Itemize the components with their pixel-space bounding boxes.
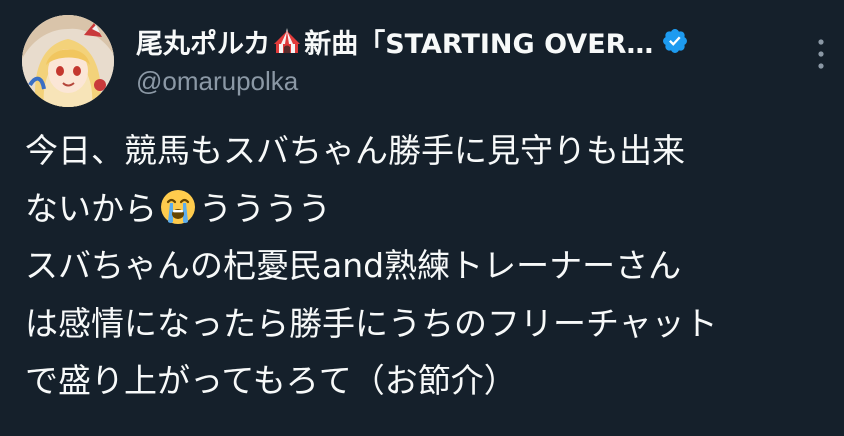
tweet-line-2: ないから うううう xyxy=(25,180,835,238)
tweet-line-3: スバちゃんの杞憂民and熟練トレーナーさん xyxy=(25,246,682,285)
author-handle[interactable]: @omarupolka xyxy=(136,66,298,97)
display-name-continued[interactable]: 新曲「STARTING OVER… xyxy=(304,22,653,61)
tweet-body: 今日、競馬もスバちゃん勝手に見守りも出来 ないから うううう スバちゃんの杞憂民… xyxy=(25,122,835,410)
author-name-row[interactable]: 尾丸ポルカ 新曲「STARTING OVER… xyxy=(136,20,689,62)
circus-tent-icon xyxy=(272,26,302,56)
tweet-line-2-text: ないから xyxy=(25,188,157,228)
more-vertical-icon[interactable] xyxy=(808,34,834,74)
avatar-image xyxy=(22,15,114,107)
tweet-card: 尾丸ポルカ 新曲「STARTING OVER… @omarupolka 今日、競… xyxy=(0,0,844,436)
display-name[interactable]: 尾丸ポルカ xyxy=(136,22,270,61)
verified-badge-icon xyxy=(661,27,689,55)
loudly-crying-face-icon xyxy=(159,188,197,226)
tweet-line-1: 今日、競馬もスバちゃん勝手に見守りも出来 xyxy=(25,131,685,170)
tweet-line-4: は感情になったら勝手にうちのフリーチャット xyxy=(25,303,718,343)
tweet-line-2-after: うううう xyxy=(199,188,331,228)
tweet-line-5: で盛り上がってもろて（お節介） xyxy=(25,361,517,400)
avatar[interactable] xyxy=(22,15,114,107)
